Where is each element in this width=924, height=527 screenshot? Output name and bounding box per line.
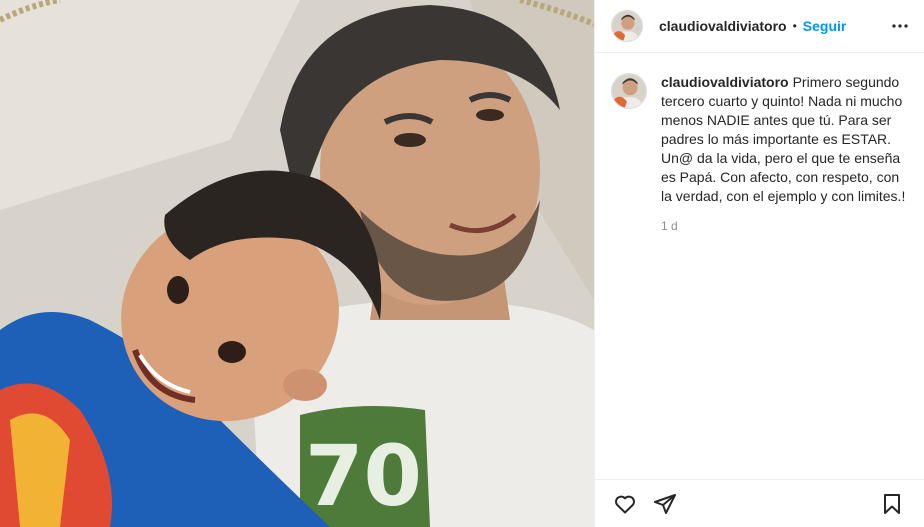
heart-icon[interactable] bbox=[605, 484, 645, 524]
avatar[interactable] bbox=[611, 10, 643, 42]
caption-text: claudiovaldiviatoro Primero segundo terce… bbox=[661, 73, 908, 206]
separator-dot: • bbox=[792, 19, 797, 33]
post-photo[interactable]: 70 bbox=[0, 0, 594, 527]
post-header: claudiovaldiviatoro • Seguir bbox=[595, 0, 924, 53]
action-bar bbox=[595, 479, 924, 527]
shirt-graphic-text: 70 bbox=[305, 427, 422, 525]
post-side-panel: claudiovaldiviatoro • Seguir claudiovald… bbox=[594, 0, 924, 527]
caption-section: claudiovaldiviatoro Primero segundo terce… bbox=[595, 53, 924, 479]
more-options-icon[interactable] bbox=[888, 14, 912, 38]
instagram-post: 70 claudiovaldiviatoro • Seguir claudiov… bbox=[0, 0, 924, 527]
post-timestamp[interactable]: 1 d bbox=[661, 219, 908, 233]
caption-avatar[interactable] bbox=[611, 73, 647, 109]
follow-button[interactable]: Seguir bbox=[803, 18, 847, 34]
post-photo-illustration: 70 bbox=[0, 0, 594, 527]
username-link[interactable]: claudiovaldiviatoro bbox=[659, 18, 787, 34]
paper-plane-icon[interactable] bbox=[645, 484, 685, 524]
caption-content: Primero segundo tercero cuarto y quinto!… bbox=[661, 74, 906, 204]
bookmark-icon[interactable] bbox=[872, 484, 912, 524]
caption-body: claudiovaldiviatoro Primero segundo terce… bbox=[661, 73, 908, 479]
caption-username-link[interactable]: claudiovaldiviatoro bbox=[661, 74, 789, 90]
